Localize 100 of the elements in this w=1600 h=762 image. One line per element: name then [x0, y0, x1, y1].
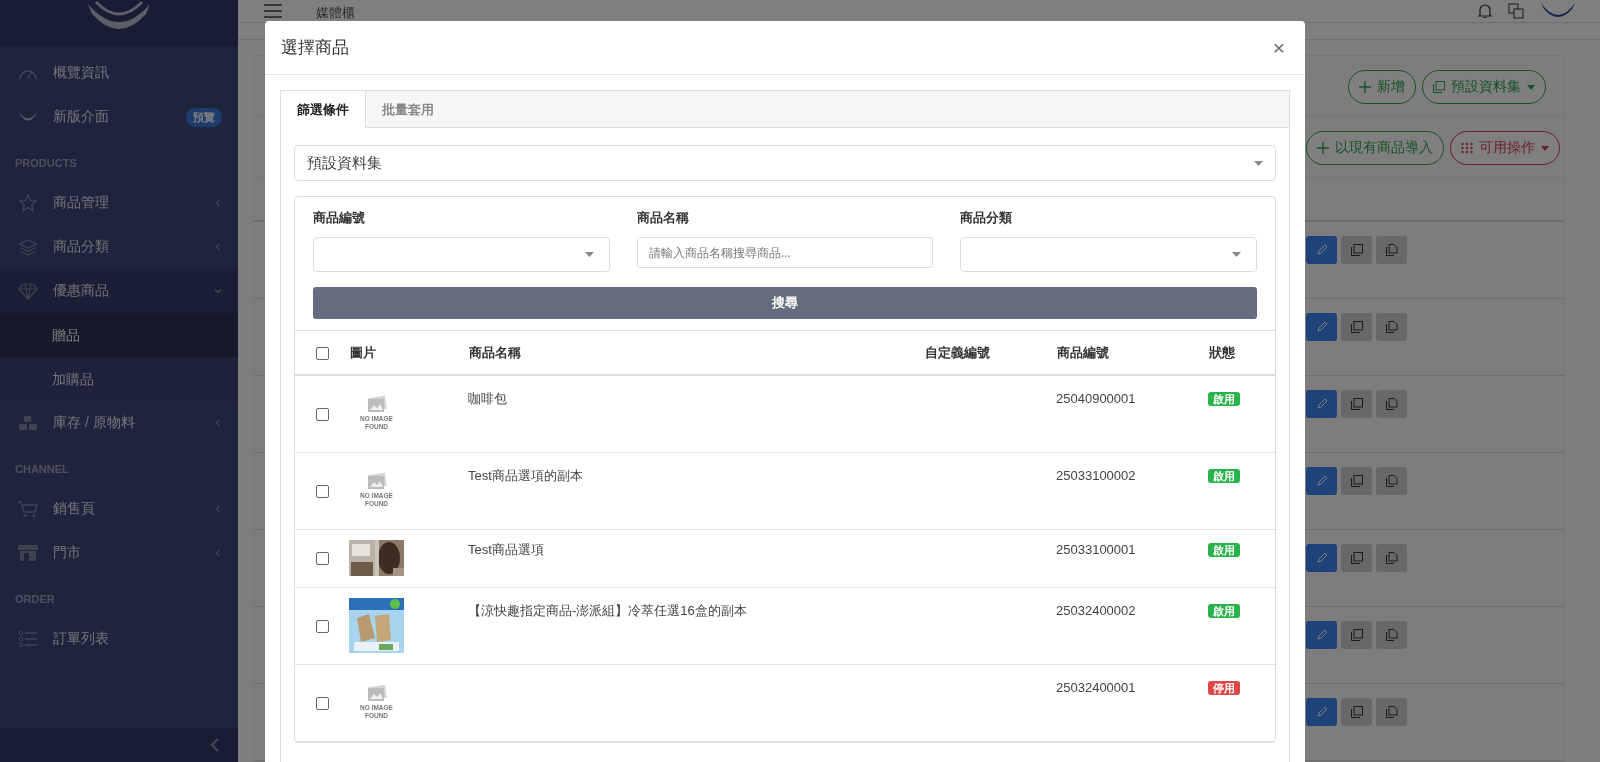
column-header: 自定義編號	[925, 344, 990, 360]
sidebar-item[interactable]: 概覽資訊	[0, 51, 238, 95]
status-badge: 啟用	[1208, 392, 1240, 406]
sidebar-item[interactable]: 商品分類	[0, 225, 238, 269]
plus-icon	[1359, 81, 1371, 93]
copy-icon	[1350, 706, 1363, 718]
pencil-icon	[1315, 629, 1328, 641]
row-checkbox[interactable]	[315, 408, 329, 421]
column-header: 圖片	[350, 344, 376, 360]
sidebar-item[interactable]: 商品管理	[0, 181, 238, 225]
edit-button[interactable]	[1306, 390, 1337, 418]
sidebar-item[interactable]: 優惠商品	[0, 269, 238, 313]
status-badge: 啟用	[1208, 542, 1240, 557]
sidebar-item[interactable]: 門市	[0, 531, 238, 575]
sidebar-item[interactable]: 訂單列表	[0, 617, 238, 661]
row-checkbox[interactable]	[315, 619, 329, 633]
cart-icon	[17, 500, 39, 518]
duplicate-button[interactable]	[1376, 544, 1407, 572]
sidebar-item[interactable]: 庫存 / 原物料	[0, 401, 238, 445]
product-number: 25040900001	[1056, 391, 1136, 406]
translate-icon[interactable]	[1508, 3, 1524, 19]
status-badge: 啟用	[1208, 468, 1240, 483]
document-copy-icon	[1385, 552, 1398, 564]
copy-icon	[1350, 244, 1363, 256]
copy-button[interactable]	[1341, 467, 1372, 495]
toolbar-button[interactable]: 新增	[1348, 70, 1416, 104]
diamond-icon	[18, 282, 38, 300]
duplicate-button[interactable]	[1376, 467, 1407, 495]
copy-icon	[1350, 475, 1363, 487]
pencil-icon	[1315, 321, 1328, 333]
image-placeholder-icon	[365, 396, 388, 415]
layers-icon	[18, 238, 38, 256]
duplicate-button[interactable]	[1376, 236, 1407, 264]
duplicate-button[interactable]	[1376, 313, 1407, 341]
column-header: 商品編號	[1057, 344, 1109, 360]
caret-icon	[1232, 252, 1241, 257]
submenu-item[interactable]: 贈品	[0, 313, 238, 357]
duplicate-button[interactable]	[1376, 390, 1407, 418]
copy-icon	[1433, 81, 1445, 93]
logo-icon	[18, 111, 38, 123]
edit-button[interactable]	[1306, 467, 1337, 495]
caret-icon	[584, 252, 594, 257]
document-copy-icon	[1385, 321, 1398, 333]
plus-icon	[1317, 142, 1329, 154]
document-copy-icon	[1385, 244, 1398, 256]
select-field[interactable]	[313, 237, 610, 272]
copy-button[interactable]	[1341, 313, 1372, 341]
pencil-icon	[1315, 244, 1328, 256]
close-button[interactable]: ×	[1268, 35, 1289, 60]
copy-button[interactable]	[1341, 236, 1372, 264]
list-icon	[18, 630, 38, 648]
dialog-title: 選擇商品	[281, 37, 349, 59]
star-icon	[18, 193, 38, 213]
toolbar-button[interactable]: 可用操作	[1450, 131, 1560, 165]
name-search-field[interactable]: 請輸入商品名稱搜尋商品...	[636, 237, 934, 268]
field-label: 商品名稱	[636, 209, 690, 227]
duplicate-button[interactable]	[1376, 698, 1407, 726]
product-name: Test商品選項的副本	[468, 467, 583, 483]
product-name: Test商品選項	[468, 541, 544, 557]
tab[interactable]: 批量套用	[366, 91, 450, 128]
sidebar-item[interactable]: 銷售頁	[0, 487, 238, 531]
sidebar-item[interactable]: 新版介面 預覽	[0, 95, 238, 139]
row-checkbox[interactable]	[315, 484, 329, 498]
image-placeholder-icon	[365, 473, 388, 492]
boxes-icon	[18, 415, 38, 431]
pencil-icon	[1315, 475, 1328, 487]
tab[interactable]: 篩選條件	[281, 91, 366, 128]
copy-icon	[1350, 321, 1363, 333]
preview-badge: 預覽	[186, 107, 222, 127]
duplicate-button[interactable]	[1376, 621, 1407, 649]
toolbar-button[interactable]: 預設資料集	[1422, 70, 1546, 104]
select-all-checkbox[interactable]	[315, 347, 329, 361]
dataset-select[interactable]: 預設資料集	[294, 145, 1276, 181]
edit-button[interactable]	[1306, 313, 1337, 341]
row-checkbox[interactable]	[315, 552, 329, 566]
menu-icon[interactable]	[264, 4, 282, 18]
copy-button[interactable]	[1341, 544, 1372, 572]
row-checkbox[interactable]	[315, 696, 329, 710]
status-badge: 啟用	[1208, 603, 1240, 618]
edit-button[interactable]	[1306, 621, 1337, 649]
select-field[interactable]	[960, 237, 1257, 272]
product-number: 25033100001	[1056, 541, 1136, 557]
document-copy-icon	[1385, 629, 1398, 641]
caret-icon	[1254, 160, 1263, 166]
toolbar-button[interactable]: 以現有商品導入	[1306, 131, 1444, 165]
edit-button[interactable]	[1306, 236, 1337, 264]
search-button[interactable]: 搜尋	[313, 287, 1257, 319]
copy-button[interactable]	[1341, 390, 1372, 418]
copy-icon	[1350, 398, 1363, 410]
copy-button[interactable]	[1341, 621, 1372, 649]
collapse-icon[interactable]	[210, 737, 220, 753]
product-number: 25032400002	[1056, 602, 1136, 618]
copy-button[interactable]	[1341, 698, 1372, 726]
page-title: 媒體櫃	[316, 4, 355, 22]
edit-button[interactable]	[1306, 544, 1337, 572]
copy-icon	[1350, 552, 1363, 564]
status-badge: 停用	[1208, 680, 1240, 695]
document-copy-icon	[1385, 706, 1398, 718]
edit-button[interactable]	[1306, 698, 1337, 726]
bell-icon[interactable]	[1478, 3, 1492, 19]
